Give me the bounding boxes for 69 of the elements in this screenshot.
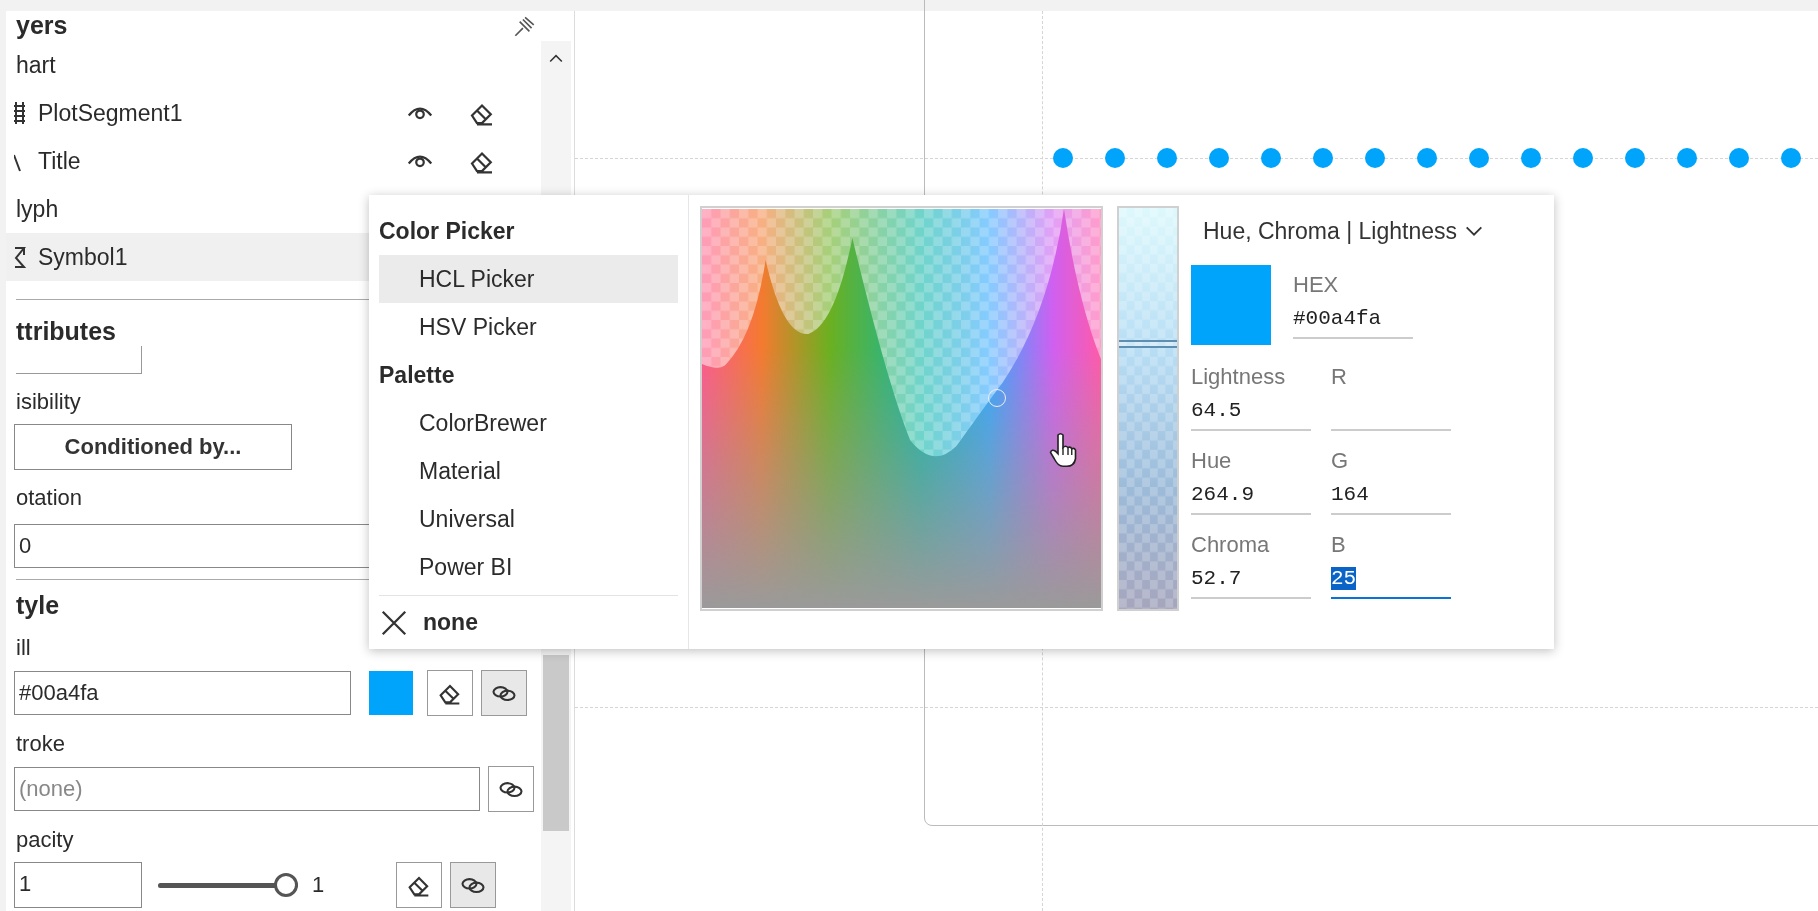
opacity-slider[interactable] — [158, 872, 298, 898]
symbol-icon — [14, 245, 26, 269]
field-label: Hue — [1191, 447, 1233, 475]
symbol-dot — [1417, 148, 1437, 168]
menu-item[interactable]: Material — [379, 447, 678, 495]
reset-button[interactable] — [396, 862, 442, 908]
value-field[interactable]: 264.9 — [1191, 477, 1311, 515]
value-field[interactable]: 164 — [1331, 477, 1451, 515]
bind-button[interactable] — [481, 670, 527, 716]
reset-button[interactable] — [427, 670, 473, 716]
group-label: hart — [16, 51, 56, 80]
lightness-slider[interactable] — [1117, 206, 1179, 611]
layer-name: Title — [38, 147, 82, 175]
stroke-field[interactable]: (none) — [14, 767, 480, 811]
symbol-dot — [1105, 148, 1125, 168]
slider-value: 1 — [312, 872, 326, 898]
field-label: Lightness — [1191, 363, 1287, 391]
value-field[interactable]: 64.5 — [1191, 393, 1311, 431]
grid-icon — [14, 101, 26, 125]
none-option[interactable]: none — [423, 609, 478, 636]
menu-item[interactable]: HSV Picker — [379, 303, 678, 351]
symbol-dot — [1781, 148, 1801, 168]
hex-field[interactable]: #00a4fa — [1293, 301, 1413, 339]
layer-item[interactable]: PlotSegment1 — [6, 89, 533, 137]
field-label: pacity — [16, 826, 74, 854]
layer-name: Symbol1 — [38, 243, 129, 271]
field-label: isibility — [16, 388, 81, 416]
symbol-dot — [1313, 148, 1333, 168]
opacity-field[interactable]: 1 — [14, 862, 142, 908]
symbol-dot — [1729, 148, 1749, 168]
field-label: ill — [16, 634, 31, 662]
field-label: G — [1331, 447, 1350, 475]
group-label: lyph — [16, 195, 59, 224]
field-label: troke — [16, 730, 65, 758]
value-field[interactable]: 25 — [1331, 561, 1451, 599]
symbol-dot — [1677, 148, 1697, 168]
color-swatch[interactable] — [369, 671, 413, 715]
symbol-dot — [1053, 148, 1073, 168]
symbol-dot — [1469, 148, 1489, 168]
scrollbar-thumb[interactable] — [543, 655, 569, 831]
symbol-dot — [1365, 148, 1385, 168]
section-title: yers — [16, 11, 68, 40]
symbol-dot — [1625, 148, 1645, 168]
field-label: Chroma — [1191, 531, 1271, 559]
symbol-dot — [1209, 148, 1229, 168]
mode-dropdown[interactable]: Hue, Chroma | Lightness — [1191, 211, 1485, 251]
menu-item[interactable]: ColorBrewer — [379, 399, 678, 447]
symbol-dot — [1261, 148, 1281, 168]
symbol-dot — [1157, 148, 1177, 168]
menu-header: Palette — [379, 361, 456, 390]
conditioned-button[interactable]: Conditioned by... — [14, 424, 292, 470]
layer-item[interactable]: Title — [6, 137, 533, 185]
bind-button[interactable] — [488, 766, 534, 812]
layer-name: PlotSegment1 — [38, 99, 184, 127]
input-field[interactable] — [16, 346, 142, 374]
value-field[interactable]: 52.7 — [1191, 561, 1311, 599]
menu-item[interactable]: HCL Picker — [379, 255, 678, 303]
section-title: ttributes — [16, 316, 116, 346]
field-label: otation — [16, 484, 83, 512]
field-label: B — [1331, 531, 1347, 559]
hand-cursor-icon — [1048, 431, 1078, 469]
field-label: R — [1331, 363, 1348, 391]
symbol-dot — [1521, 148, 1541, 168]
bind-button[interactable] — [450, 862, 496, 908]
fill-field[interactable]: #00a4fa — [14, 671, 351, 715]
color-field[interactable] — [700, 206, 1103, 611]
symbol-dot — [1573, 148, 1593, 168]
section-title: tyle — [16, 590, 60, 620]
field-label: HEX — [1293, 271, 1340, 299]
